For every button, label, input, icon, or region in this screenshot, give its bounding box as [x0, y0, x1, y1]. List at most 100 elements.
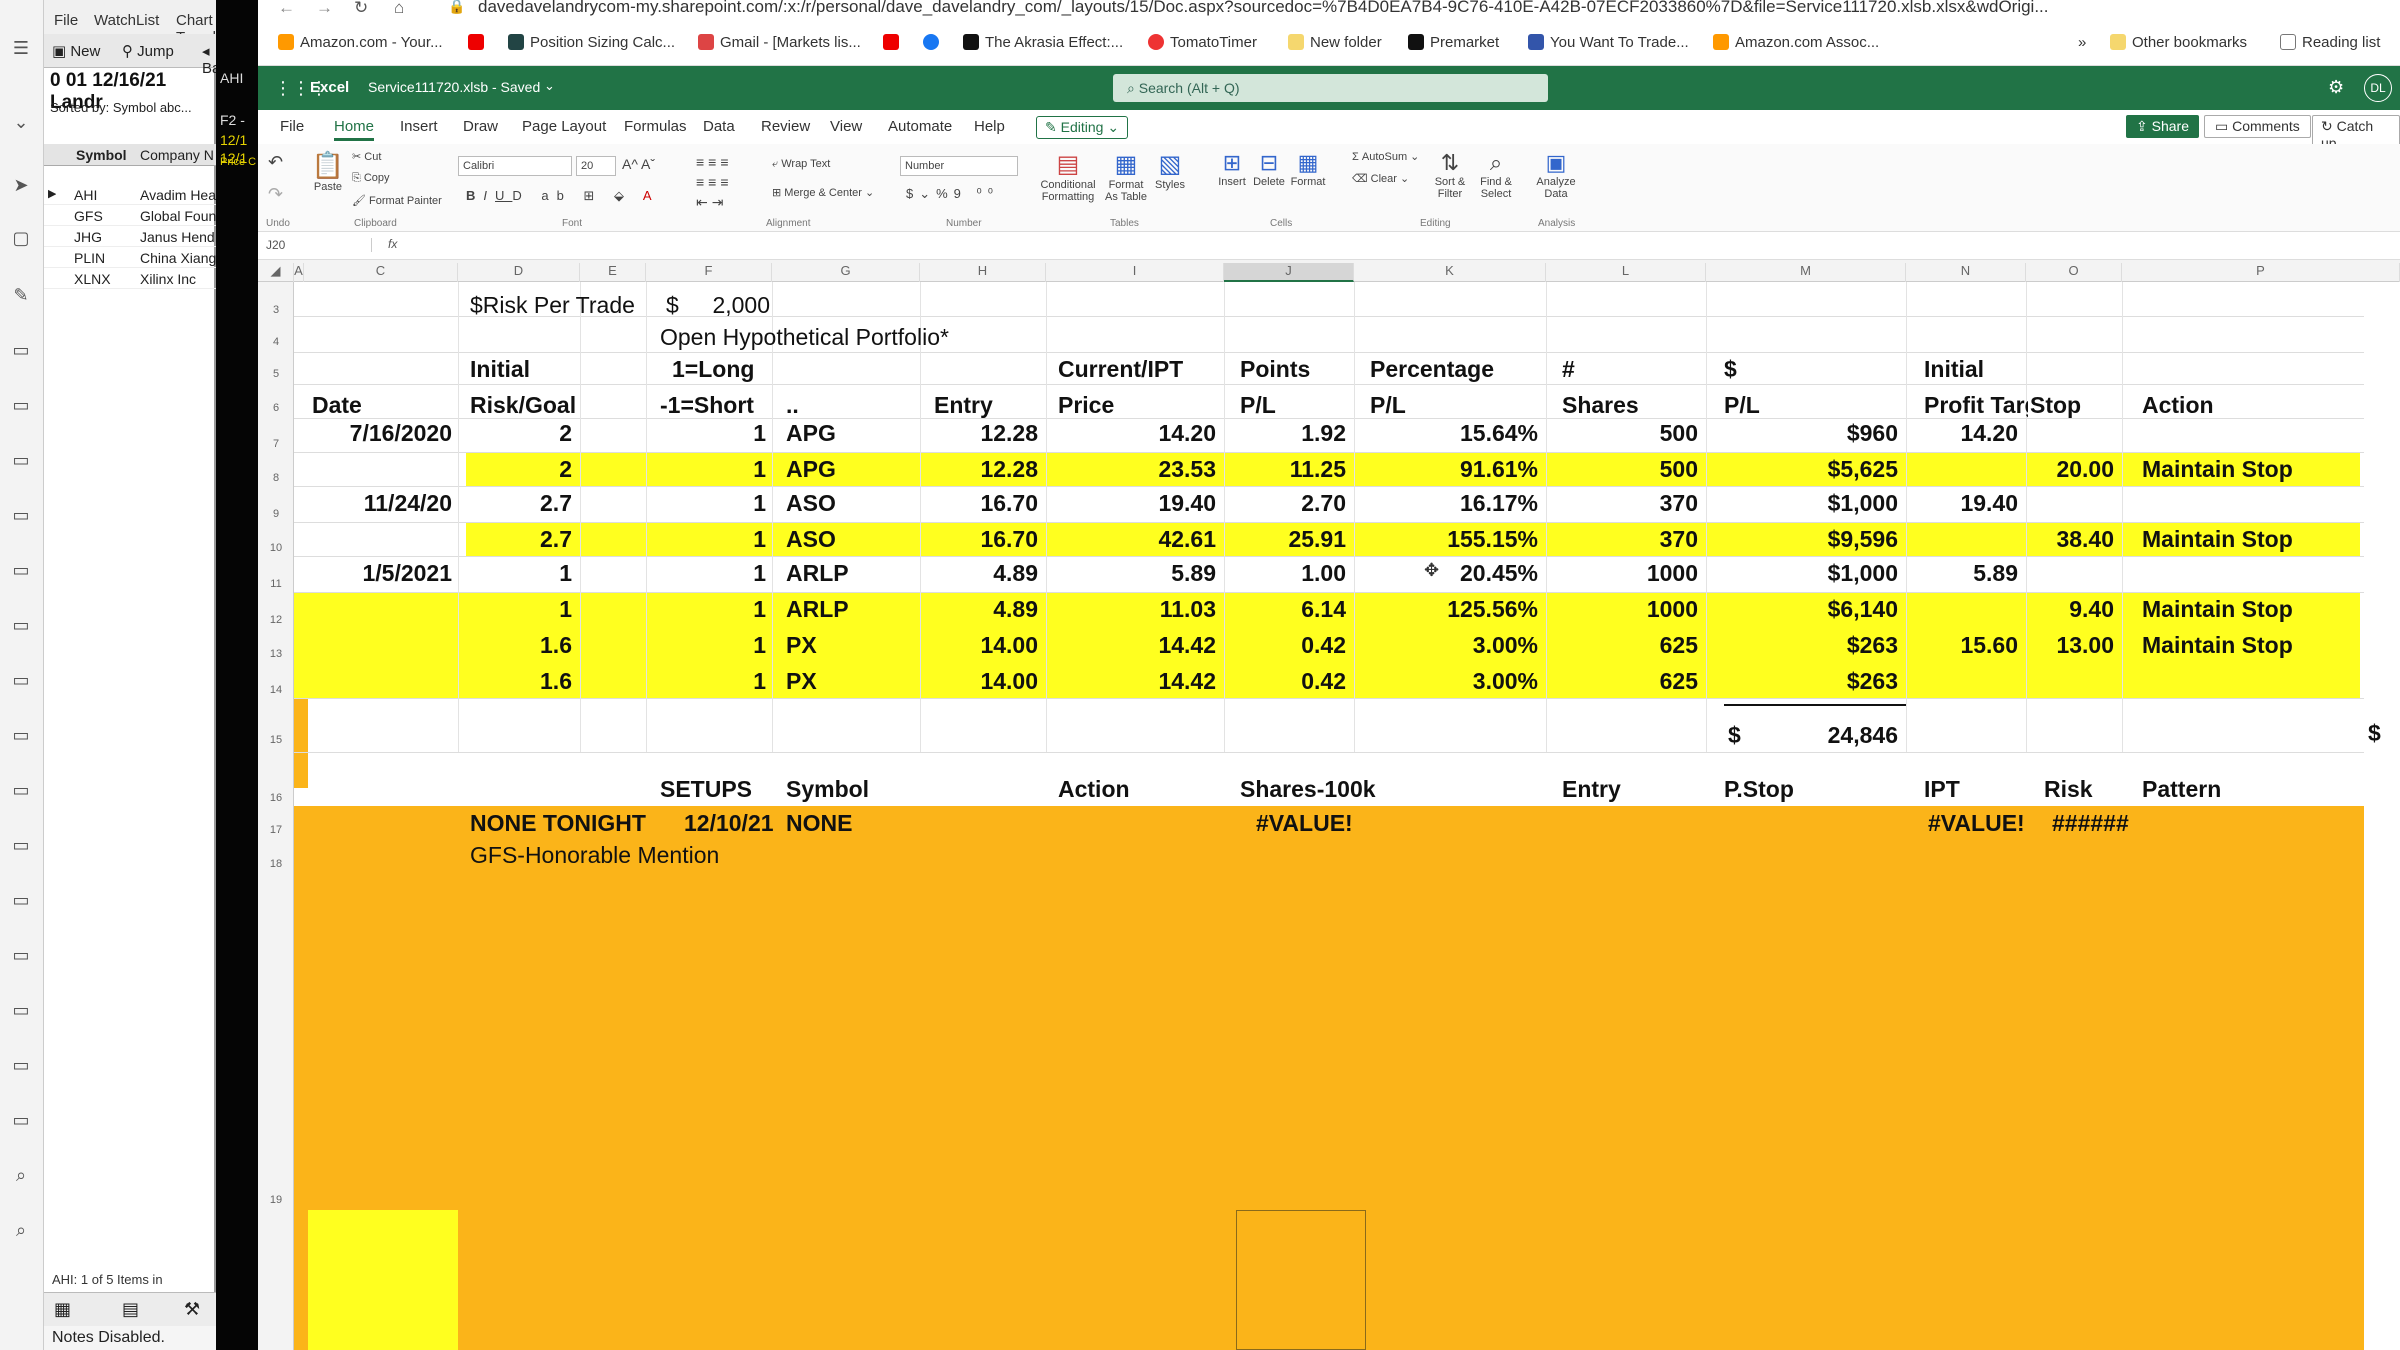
find-select-button[interactable]: ⌕ Find & Select: [1476, 150, 1516, 200]
cell-points[interactable]: 11.25: [1226, 456, 1346, 483]
cell-entry[interactable]: 12.28: [922, 456, 1038, 483]
search-icon[interactable]: ⌕: [10, 1165, 32, 1187]
bookmark-new-folder[interactable]: New folder: [1288, 34, 1382, 51]
header-price[interactable]: Price: [1058, 392, 1114, 419]
setups-ipt-error[interactable]: #VALUE!: [1928, 810, 2025, 837]
row-number[interactable]: 13: [258, 648, 294, 660]
cell-date[interactable]: 7/16/2020: [312, 420, 452, 447]
header-entry[interactable]: Entry: [934, 392, 993, 419]
chevron-down-icon[interactable]: ⌄: [10, 112, 32, 134]
bookmark-you-want-to-trade[interactable]: You Want To Trade...: [1528, 34, 1689, 51]
cell-direction[interactable]: 1: [658, 596, 766, 623]
setups-entry-header[interactable]: Entry: [1562, 776, 1621, 803]
paste-button[interactable]: 📋 Paste: [310, 150, 346, 193]
cell-percentage[interactable]: 16.17%: [1356, 490, 1538, 517]
cell-shares[interactable]: 370: [1548, 490, 1698, 517]
cell-action[interactable]: Maintain Stop: [2142, 632, 2352, 659]
tab-data[interactable]: Data: [703, 118, 735, 135]
insert-cells-button[interactable]: ⊞ Insert: [1216, 150, 1248, 188]
font-size-select[interactable]: 20: [576, 156, 616, 176]
cell-price[interactable]: 19.40: [1048, 490, 1216, 517]
column-company[interactable]: Company N: [140, 147, 214, 163]
row-number[interactable]: 5: [258, 368, 294, 380]
setups-shares-error[interactable]: #VALUE!: [1256, 810, 1353, 837]
cell-points[interactable]: 0.42: [1226, 668, 1346, 695]
copy-button[interactable]: ⎘ Copy: [352, 172, 390, 185]
row-number[interactable]: 11: [258, 578, 294, 590]
folder-icon[interactable]: ▭: [10, 780, 32, 802]
row-number[interactable]: 3: [258, 304, 294, 316]
cell-points[interactable]: 2.70: [1226, 490, 1346, 517]
tab-help[interactable]: Help: [974, 118, 1005, 135]
bookmark-gmail[interactable]: Gmail - [Markets lis...: [698, 34, 861, 51]
header-percentage-pl[interactable]: P/L: [1370, 392, 1406, 419]
cell-target[interactable]: 19.40: [1908, 490, 2018, 517]
cell-points[interactable]: 6.14: [1226, 596, 1346, 623]
cell-target[interactable]: 15.60: [1908, 632, 2018, 659]
cell-action[interactable]: Maintain Stop: [2142, 456, 2352, 483]
send-icon[interactable]: ➤: [10, 175, 32, 197]
cell-pl[interactable]: $1,000: [1708, 490, 1898, 517]
select-all-corner[interactable]: ◢: [258, 263, 294, 282]
column-header-c[interactable]: C: [304, 263, 458, 282]
cell-direction[interactable]: 1: [658, 560, 766, 587]
clear-button[interactable]: ⌫ Clear ⌄: [1352, 172, 1409, 185]
row-number[interactable]: 16: [258, 792, 294, 804]
cell-target[interactable]: 14.20: [1908, 420, 2018, 447]
column-header-d[interactable]: D: [458, 263, 580, 282]
cell-pl[interactable]: $1,000: [1708, 560, 1898, 587]
cell-percentage[interactable]: 125.56%: [1356, 596, 1538, 623]
watchlist-sort-label[interactable]: Sorted by: Symbol abc...: [50, 100, 192, 115]
sort-filter-button[interactable]: ⇅ Sort & Filter: [1430, 150, 1470, 200]
setups-header[interactable]: SETUPS: [660, 776, 752, 803]
tools-icon[interactable]: ⚒: [184, 1299, 200, 1320]
header-date[interactable]: Date: [312, 392, 362, 419]
cell-points[interactable]: 0.42: [1226, 632, 1346, 659]
cell-percentage[interactable]: 3.00%: [1356, 632, 1538, 659]
new-button[interactable]: ▣ New: [52, 42, 100, 60]
setups-risk-header[interactable]: Risk: [2044, 776, 2093, 803]
other-bookmarks[interactable]: Other bookmarks: [2110, 34, 2247, 51]
format-painter-button[interactable]: 🖌 Format Painter: [352, 194, 442, 207]
column-header-l[interactable]: L: [1546, 263, 1706, 282]
row-number[interactable]: 17: [258, 824, 294, 836]
column-header-i[interactable]: I: [1046, 263, 1224, 282]
setups-pattern-header[interactable]: Pattern: [2142, 776, 2221, 803]
header-short[interactable]: -1=Short: [660, 392, 754, 419]
cell-direction[interactable]: 1: [658, 668, 766, 695]
header-risk-goal[interactable]: Risk/Goal: [470, 392, 576, 419]
folder-icon[interactable]: ▭: [10, 725, 32, 747]
tab-view[interactable]: View: [830, 118, 862, 135]
reload-icon[interactable]: ↻: [354, 0, 368, 18]
alignment-buttons[interactable]: ≡≡≡ ≡≡≡ ⇤⇥: [696, 152, 733, 212]
column-header-k[interactable]: K: [1354, 263, 1546, 282]
cell-symbol[interactable]: ARLP: [786, 596, 906, 623]
menu-watchlist[interactable]: WatchList: [94, 12, 159, 29]
folder-icon[interactable]: ▭: [10, 1110, 32, 1132]
folder-icon[interactable]: ▭: [10, 395, 32, 417]
row-number[interactable]: 10: [258, 542, 294, 554]
cell-price[interactable]: 11.03: [1048, 596, 1216, 623]
conditional-formatting-button[interactable]: ▤ Conditional Formatting: [1038, 150, 1098, 203]
cell-stop[interactable]: 9.40: [2028, 596, 2114, 623]
undo-icon[interactable]: ↶: [268, 152, 283, 173]
cell-stop[interactable]: 38.40: [2028, 526, 2114, 553]
cell-symbol[interactable]: APG: [786, 456, 906, 483]
cell-shares[interactable]: 625: [1548, 632, 1698, 659]
folder-icon[interactable]: ▭: [10, 505, 32, 527]
bookmark-youtube[interactable]: [468, 34, 490, 51]
bookmark-youtube-2[interactable]: [883, 34, 905, 51]
row-number[interactable]: 4: [258, 336, 294, 348]
header-symbol[interactable]: ..: [786, 392, 799, 419]
cell-pl[interactable]: $960: [1708, 420, 1898, 447]
cell-direction[interactable]: 1: [658, 490, 766, 517]
row-number[interactable]: 18: [258, 858, 294, 870]
chevron-right-icon[interactable]: »: [2078, 34, 2086, 51]
setups-pstop-header[interactable]: P.Stop: [1724, 776, 1794, 803]
redo-icon[interactable]: ↷: [268, 184, 283, 205]
autosum-button[interactable]: Σ AutoSum ⌄: [1352, 150, 1419, 163]
cell-price[interactable]: 5.89: [1048, 560, 1216, 587]
bookmark-tomatotimer[interactable]: TomatoTimer: [1148, 34, 1257, 51]
setups-action-header[interactable]: Action: [1058, 776, 1130, 803]
share-button[interactable]: ⇪ Share: [2126, 115, 2199, 138]
